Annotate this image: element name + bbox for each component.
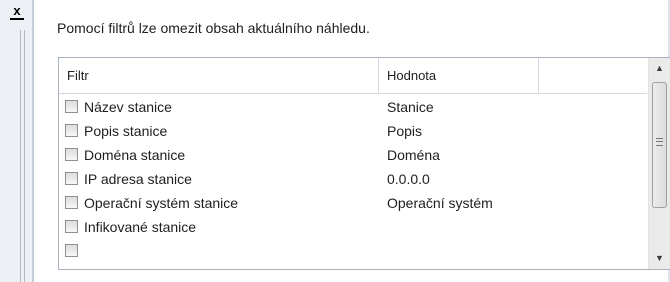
filter-checkbox[interactable] [65,219,78,233]
table-row[interactable]: Doména stanice Doména [59,142,647,166]
filter-value[interactable]: Doména [387,142,537,166]
close-button[interactable]: x [10,4,24,20]
resize-grip[interactable] [20,30,25,282]
filter-value[interactable]: Stanice [387,94,537,118]
filter-name: Popis stanice [84,123,168,139]
filter-value[interactable]: Operační systém [387,190,537,214]
side-strip: x [0,0,33,282]
filter-checkbox[interactable] [65,99,78,113]
scroll-up-arrow-icon[interactable]: ▲ [649,60,670,77]
filter-value[interactable]: Popis [387,118,537,142]
table-row-partial[interactable] [59,238,647,262]
grid-header: Filtr Hodnota [59,58,647,94]
filter-name: IP adresa stanice [84,171,192,187]
filter-checkbox[interactable] [65,123,78,137]
filter-grid: Filtr Hodnota Název stanice Stanice Popi… [58,57,670,270]
filter-panel: Pomocí filtrů lze omezit obsah aktuálníh… [33,0,670,282]
filter-name: Název stanice [84,99,172,115]
table-row[interactable]: Název stanice Stanice [59,94,647,118]
filter-window: x Pomocí filtrů lze omezit obsah aktuáln… [0,0,670,282]
vertical-scrollbar[interactable]: ▲ ▼ [648,58,670,269]
filter-checkbox[interactable] [65,195,78,209]
table-row[interactable]: Infikované stanice [59,214,647,238]
filter-name: Infikované stanice [84,219,197,235]
scroll-down-arrow-icon[interactable]: ▼ [649,250,670,267]
filter-description: Pomocí filtrů lze omezit obsah aktuálníh… [57,20,370,36]
table-row[interactable]: Popis stanice Popis [59,118,647,142]
scroll-thumb[interactable] [652,82,667,208]
thumb-grip-icon [656,138,663,146]
table-row[interactable]: Operační systém stanice Operační systém [59,190,647,214]
filter-checkbox[interactable] [65,243,78,257]
filter-name: Doména stanice [84,147,186,163]
filter-value[interactable] [387,214,537,238]
filter-checkbox[interactable] [65,171,78,185]
grid-rows: Název stanice Stanice Popis stanice Popi… [59,94,647,262]
table-row[interactable]: IP adresa stanice 0.0.0.0 [59,166,647,190]
column-header-extra[interactable] [539,58,647,93]
column-header-filter[interactable]: Filtr [59,58,379,93]
filter-name: Operační systém stanice [84,195,239,211]
column-header-value[interactable]: Hodnota [379,58,539,93]
filter-value[interactable]: 0.0.0.0 [387,166,537,190]
filter-checkbox[interactable] [65,147,78,161]
